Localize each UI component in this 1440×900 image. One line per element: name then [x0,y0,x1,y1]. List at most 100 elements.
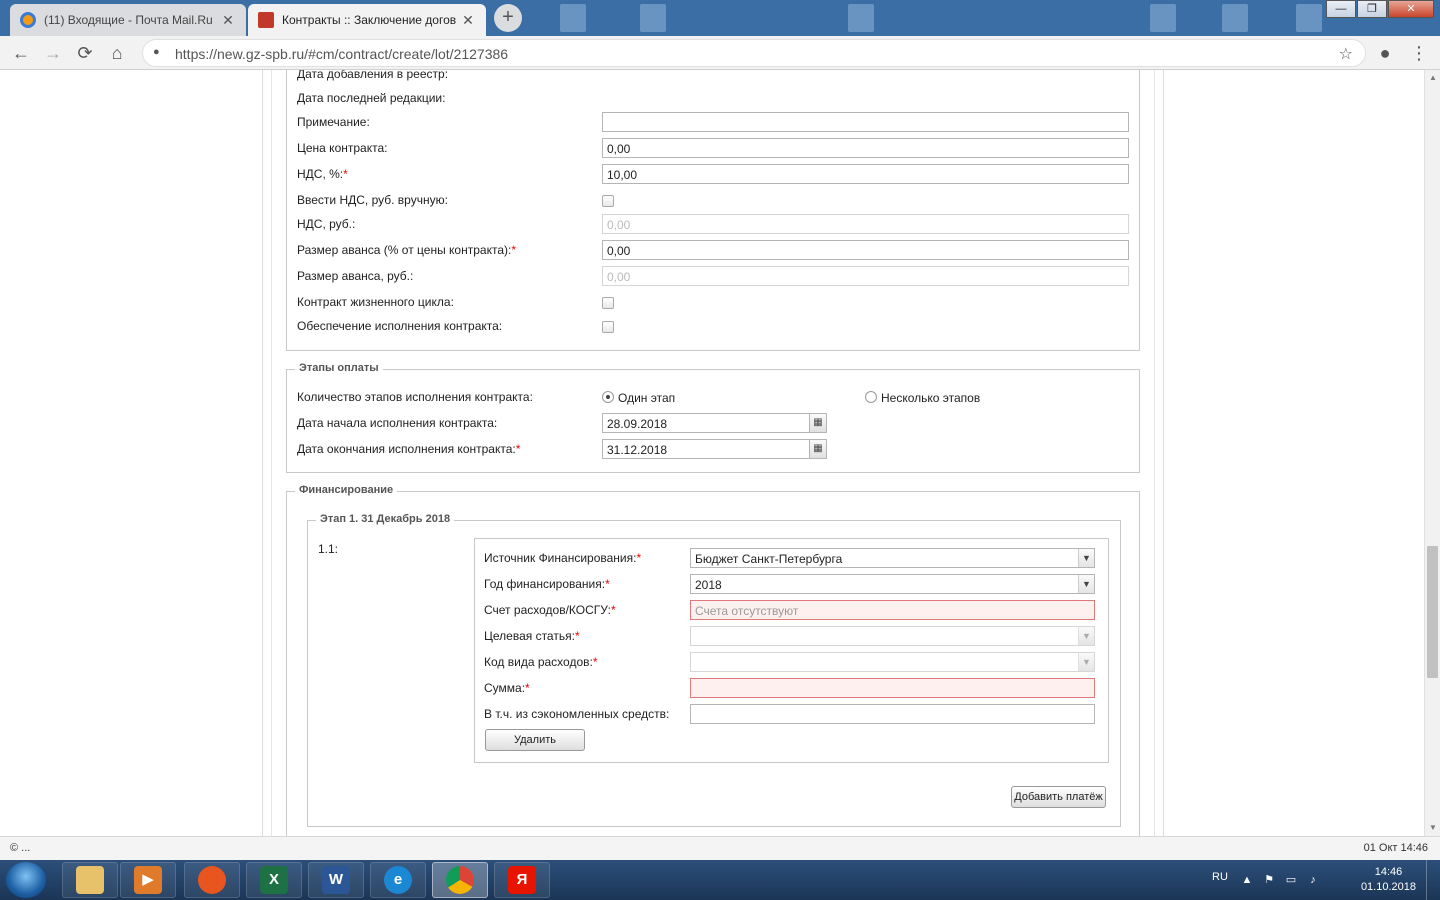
network-icon[interactable]: ▭ [1284,873,1298,887]
desktop-icon [640,4,666,32]
source-value: Бюджет Санкт-Петербурга [695,552,843,566]
tab-label: (11) Входящие - Почта Mail.Ru [44,13,213,27]
reload-icon[interactable]: ⟳ [74,42,96,64]
forward-icon[interactable]: → [42,42,64,64]
vat-percent-input[interactable]: 10,00 [602,164,1129,184]
start-date-label: Дата начала исполнения контракта: [297,416,498,430]
sum-label: Сумма:* [484,681,530,695]
year-label: Год финансирования:* [484,577,610,591]
tab-contracts[interactable]: Контракты :: Заключение догов ✕ [248,4,486,36]
start-date-input[interactable]: 28.09.2018 [602,413,810,433]
price-input[interactable]: 0,00 [602,138,1129,158]
back-icon[interactable]: ← [10,42,32,64]
delete-button[interactable]: Удалить [485,729,585,751]
new-tab-button[interactable]: + [494,4,522,32]
note-input[interactable] [602,112,1129,132]
start-button[interactable] [6,862,46,898]
advance-rub-input: 0,00 [602,266,1129,286]
multiple-stages-radio[interactable] [865,391,877,403]
tab-mail[interactable]: (11) Входящие - Почта Mail.Ru ✕ [10,4,246,36]
account-input[interactable]: Счета отсутствуют [690,600,1095,620]
taskbar-chrome[interactable] [432,862,488,898]
scroll-up-icon[interactable]: ▲ [1425,70,1440,86]
tray-expand-icon[interactable]: ▲ [1240,873,1254,887]
menu-icon[interactable]: ⋮ [1408,42,1430,64]
chevron-down-icon: ▼ [1078,549,1094,567]
page-column: Дата добавления в реестр: Дата последней… [262,70,1164,836]
clock-time: 14:46 [1374,866,1403,878]
sum-input[interactable] [690,678,1095,698]
taskbar-word[interactable]: W [308,862,364,898]
savings-input[interactable] [690,704,1095,724]
year-select[interactable]: 2018 ▼ [690,574,1095,594]
taskbar-excel[interactable]: X [246,862,302,898]
taskbar-yandex[interactable]: Я [494,862,550,898]
item-number: 1.1: [318,542,339,556]
calendar-icon[interactable]: ▦ [809,413,827,433]
mail-ru-icon [20,12,36,28]
status-left: © ... [10,842,31,854]
chrome-icon [446,866,474,894]
advance-percent-input[interactable]: 0,00 [602,240,1129,260]
taskbar-explorer[interactable] [62,862,118,898]
address-bar[interactable]: ● https://new.gz-spb.ru/#cm/contract/cre… [142,39,1366,67]
savings-label: В т.ч. из сэкономленных средств: [484,707,670,721]
lifecycle-checkbox[interactable] [602,297,614,309]
end-date-input[interactable]: 31.12.2018 [602,439,810,459]
single-stage-label[interactable]: Один этап [618,391,675,405]
minimize-button[interactable]: — [1326,0,1356,18]
vat-rub-input: 0,00 [602,214,1129,234]
expense-code-label: Код вида расходов:* [484,655,598,669]
stage-count-label: Количество этапов исполнения контракта: [297,390,533,404]
window-controls: — ❐ ✕ [1325,0,1434,18]
clock[interactable]: 14:46 01.10.2018 [1361,865,1416,895]
show-desktop-button[interactable] [1426,860,1440,900]
taskbar-firefox[interactable] [184,862,240,898]
scroll-thumb[interactable] [1427,546,1438,678]
bookmark-star-icon[interactable]: ☆ [1339,44,1353,64]
end-date-label: Дата окончания исполнения контракта:* [297,442,521,456]
home-icon[interactable]: ⌂ [106,42,128,64]
desktop-icon [1150,4,1176,32]
vat-manual-checkbox[interactable] [602,195,614,207]
stage-legend: Этап 1. 31 Декабрь 2018 [316,513,455,525]
account-icon[interactable]: ● [1374,42,1396,64]
source-select[interactable]: Бюджет Санкт-Петербурга ▼ [690,548,1095,568]
lock-icon: ● [153,46,160,58]
action-center-icon[interactable]: ⚑ [1262,873,1276,887]
security-checkbox[interactable] [602,321,614,333]
close-window-button[interactable]: ✕ [1388,0,1434,18]
system-tray: RU ▲ ⚑ ▭ ♪ 14:46 01.10.2018 [1210,860,1440,900]
financing-legend: Финансирование [295,484,398,496]
clock-date: 01.10.2018 [1360,881,1416,893]
single-stage-radio[interactable] [602,391,614,403]
note-label: Примечание: [297,115,370,129]
status-bar: © ... 01 Окт 14:46 [0,836,1440,860]
add-payment-button[interactable]: Добавить платёж [1011,786,1106,808]
calendar-icon[interactable]: ▦ [809,439,827,459]
tab-label: Контракты :: Заключение догов [282,13,457,27]
word-icon: W [322,866,350,894]
taskbar-internet-explorer[interactable]: e [370,862,426,898]
taskbar-media-player[interactable]: ▶ [120,862,176,898]
close-tab-icon[interactable]: ✕ [220,12,236,29]
excel-icon: X [260,866,288,894]
target-label: Целевая статья:* [484,629,580,643]
vat-manual-label: Ввести НДС, руб. вручную: [297,193,448,207]
chevron-down-icon: ▼ [1078,575,1094,593]
security-label: Обеспечение исполнения контракта: [297,319,503,333]
volume-icon[interactable]: ♪ [1306,873,1320,887]
scroll-down-icon[interactable]: ▼ [1425,820,1440,836]
close-tab-icon[interactable]: ✕ [460,12,476,29]
contract-details-fieldset: Дата добавления в реестр: Дата последней… [286,70,1140,351]
lifecycle-label: Контракт жизненного цикла: [297,295,454,309]
multiple-stages-label[interactable]: Несколько этапов [881,391,980,405]
page-scrollbar[interactable]: ▲ ▼ [1424,70,1440,836]
language-indicator[interactable]: RU [1212,871,1228,883]
price-label: Цена контракта: [297,141,388,155]
desktop-icon [1222,4,1248,32]
vat-rub-label: НДС, руб.: [297,217,356,231]
last-edit-label: Дата последней редакции: [297,91,446,105]
internet-explorer-icon: e [384,866,412,894]
maximize-button[interactable]: ❐ [1357,0,1387,18]
